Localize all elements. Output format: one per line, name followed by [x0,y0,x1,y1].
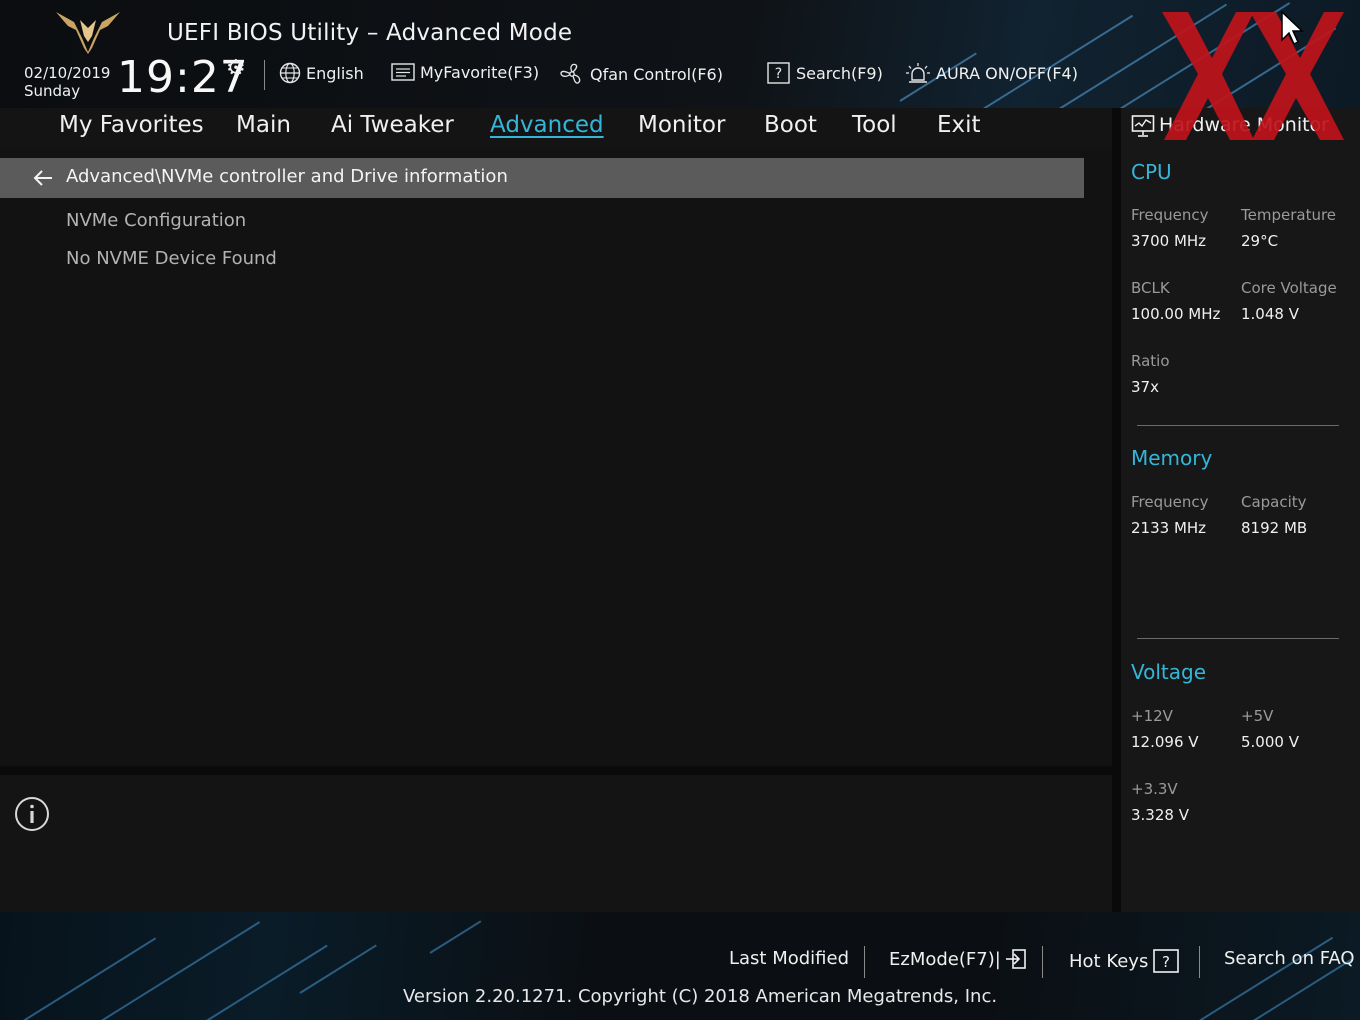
tab-tool[interactable]: Tool [852,112,897,138]
hardware-monitor-panel: Hardware Monitor CPU Frequency Temperatu… [1121,108,1360,912]
qfan-label: Qfan Control(F6) [590,64,723,84]
tab-advanced[interactable]: Advanced [490,112,604,138]
footer-divider [1042,946,1043,978]
mouse-cursor-icon [1281,10,1304,46]
aura-toggle-button[interactable]: AURA ON/OFF(F4) [905,62,1078,84]
language-button[interactable]: English [279,62,364,84]
v33-label: +3.3V [1131,780,1178,798]
ratio-label: Ratio [1131,352,1170,370]
myfavorite-button[interactable]: MyFavorite(F3) [391,62,539,82]
gear-icon[interactable]: ⚙ [226,56,246,81]
back-arrow-icon[interactable] [32,168,54,188]
monitor-icon [1131,115,1155,137]
aura-light-icon [906,63,930,83]
window-title: UEFI BIOS Utility – Advanced Mode [167,20,573,46]
cpu-temperature-label: Temperature [1241,206,1337,224]
cpu-heading: CPU [1131,160,1172,184]
main-tab-bar: My Favorites Main Ai Tweaker Advanced Mo… [0,108,1112,148]
info-icon [15,797,49,831]
last-modified-button[interactable]: Last Modified [729,948,849,969]
ratio-value: 37x [1131,378,1159,396]
hot-keys-label: Hot Keys [1069,950,1149,972]
footer-bar: Last Modified EzMode(F7)| Hot Keys ? Sea… [0,912,1360,1020]
footer-divider [1199,946,1200,978]
breadcrumb-bar[interactable]: Advanced\NVMe controller and Drive infor… [0,158,1084,198]
v12-label: +12V [1131,707,1173,725]
version-copyright-text: Version 2.20.1271. Copyright (C) 2018 Am… [403,986,998,1007]
cpu-frequency-label: Frequency [1131,206,1209,224]
aura-label: AURA ON/OFF(F4) [936,63,1078,83]
hardware-monitor-title: Hardware Monitor [1159,114,1329,136]
core-voltage-value: 1.048 V [1241,305,1299,323]
tab-boot[interactable]: Boot [764,112,817,138]
core-voltage-label: Core Voltage [1241,279,1337,297]
header-divider [264,60,265,90]
memory-capacity-label: Capacity [1241,493,1307,511]
myfavorite-label: MyFavorite(F3) [420,62,540,82]
v12-value: 12.096 V [1131,733,1199,751]
tab-monitor[interactable]: Monitor [638,112,725,138]
cpu-temperature-value: 29°C [1241,232,1279,250]
tuf-logo-icon [56,12,120,54]
section-divider [1137,638,1339,639]
footer-divider [864,946,865,978]
search-button[interactable]: ? Search(F9) [767,62,883,84]
exit-ezmode-icon [1005,949,1026,969]
breadcrumb-path: Advanced\NVMe controller and Drive infor… [66,166,508,187]
cpu-frequency-value: 3700 MHz [1131,232,1207,250]
last-modified-label: Last Modified [729,948,850,969]
bclk-value: 100.00 MHz [1131,305,1221,323]
favorite-list-icon [391,63,415,81]
fan-icon [560,63,581,84]
v33-value: 3.328 V [1131,806,1189,824]
search-label: Search(F9) [796,63,883,83]
memory-frequency-label: Frequency [1131,493,1209,511]
svg-text:?: ? [1162,953,1170,971]
main-content-panel: Advanced\NVMe controller and Drive infor… [0,148,1112,766]
search-faq-label: Search on FAQ [1224,948,1355,969]
tab-my-favorites[interactable]: My Favorites [59,112,204,138]
help-info-panel [0,775,1112,912]
bclk-label: BCLK [1131,279,1170,297]
memory-frequency-value: 2133 MHz [1131,519,1207,537]
memory-heading: Memory [1131,446,1213,470]
nvme-configuration-label: NVMe Configuration [66,210,247,231]
tab-exit[interactable]: Exit [937,112,981,138]
memory-capacity-value: 8192 MB [1241,519,1308,537]
no-nvme-device-label: No NVME Device Found [66,248,277,269]
v5-label: +5V [1241,707,1274,725]
svg-text:?: ? [775,66,782,82]
section-divider [1137,425,1339,426]
v5-value: 5.000 V [1241,733,1299,751]
globe-icon [279,62,301,84]
ezmode-label: EzMode(F7)| [889,948,1001,970]
current-date: 02/10/2019 [24,64,111,82]
current-day: Sunday [24,82,81,100]
voltage-heading: Voltage [1131,660,1207,684]
tab-main[interactable]: Main [236,112,291,138]
search-faq-button[interactable]: Search on FAQ [1224,948,1355,969]
ezmode-button[interactable]: EzMode(F7)| [889,948,1027,970]
hot-keys-button[interactable]: Hot Keys ? [1069,948,1180,974]
tab-ai-tweaker[interactable]: Ai Tweaker [331,112,454,138]
hot-keys-icon: ? [1153,949,1180,973]
help-search-icon: ? [767,62,790,84]
language-label: English [306,63,364,83]
header-bar: UEFI BIOS Utility – Advanced Mode 02/10/… [0,0,1360,108]
qfan-control-button[interactable]: Qfan Control(F6) [559,62,723,86]
